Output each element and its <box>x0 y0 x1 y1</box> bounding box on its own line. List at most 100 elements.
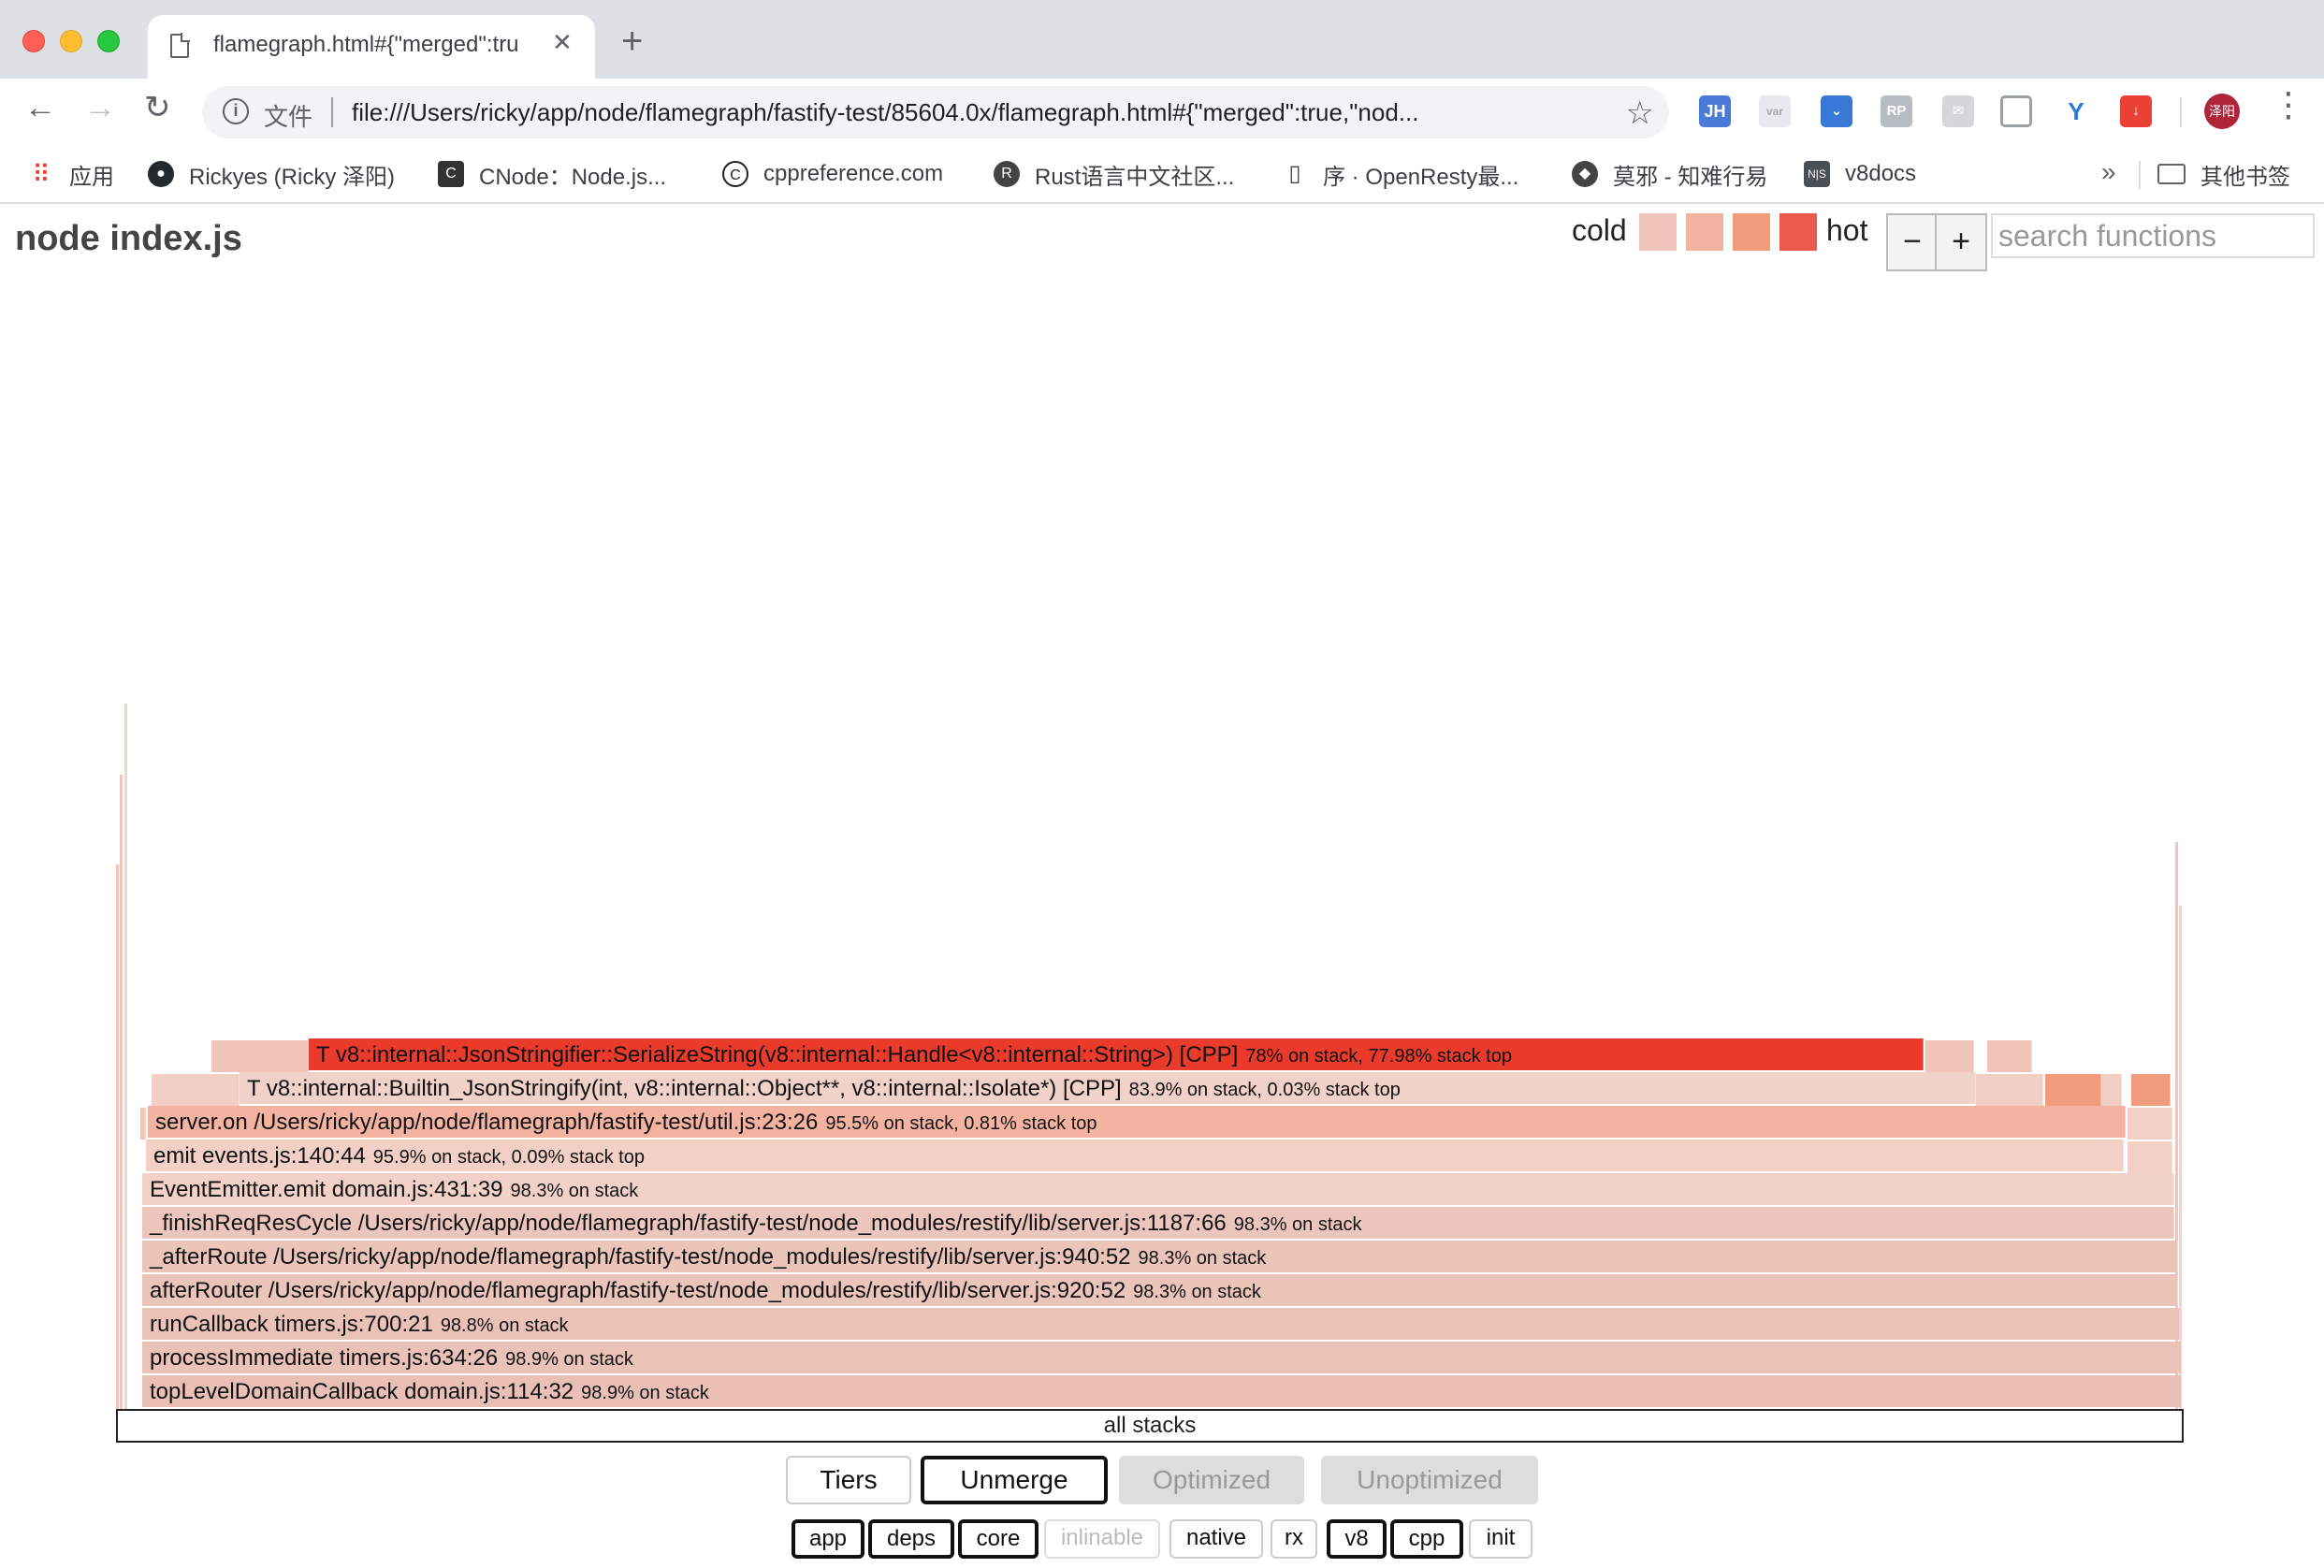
info-icon[interactable]: i <box>223 98 249 124</box>
search-functions-input[interactable] <box>1991 213 2315 258</box>
stack-sliver <box>120 775 123 1409</box>
bookmark-item[interactable]: N|S v8docs <box>1804 157 1916 191</box>
flame-frame-small[interactable] <box>2101 1074 2122 1106</box>
filter-deps-button[interactable]: deps <box>868 1519 954 1559</box>
flame-frame[interactable]: topLevelDomainCallback domain.js:114:32 9… <box>142 1375 2182 1407</box>
flame-frame[interactable]: T v8::internal::Builtin_JsonStringify(in… <box>240 1072 1976 1104</box>
flame-frame-hot[interactable]: T v8::internal::JsonStringifier::Seriali… <box>309 1038 1924 1070</box>
flame-frame[interactable]: afterRouter /Users/ricky/app/node/flameg… <box>142 1274 2178 1306</box>
flame-frame[interactable]: runCallback timers.js:700:21 98.8% on sta… <box>142 1308 2180 1340</box>
stack-sliver <box>124 704 127 1409</box>
bookmark-item[interactable]: ⠿ 应用 <box>28 157 114 191</box>
window-maximize-button[interactable] <box>97 30 120 52</box>
y-extension-icon[interactable]: Y <box>2060 95 2092 127</box>
jh-extension-icon[interactable]: JH <box>1699 95 1731 127</box>
flame-frame-small[interactable] <box>2128 1108 2172 1140</box>
flame-frame-small[interactable] <box>140 1108 146 1140</box>
filter-app-button[interactable]: app <box>792 1519 864 1559</box>
new-tab-button[interactable]: + <box>621 22 643 60</box>
bookmark-item[interactable]: ◆ 莫邪 - 知难行易 <box>1572 157 1767 191</box>
browser-menu-icon[interactable]: ⋮ <box>2272 88 2305 122</box>
bookmark-item[interactable]: ● Rickyes (Ricky 泽阳) <box>148 157 395 191</box>
tab-title: flamegraph.html#{"merged":tru <box>213 32 519 57</box>
rust-icon: R <box>994 161 1020 187</box>
bookmarks-bar: ⠿ 应用 ● Rickyes (Ricky 泽阳) C CNode：Node.j… <box>0 146 2324 204</box>
bookmark-item[interactable]: C cppreference.com <box>722 157 943 191</box>
book-icon: ▯ <box>1288 161 1301 186</box>
filter-native-button[interactable]: native <box>1169 1519 1263 1559</box>
zoom-in-button[interactable]: + <box>1935 213 1987 271</box>
flame-frame-small[interactable] <box>152 1074 240 1106</box>
tiers-button[interactable]: Tiers <box>786 1456 911 1504</box>
filter-core-button[interactable]: core <box>958 1519 1039 1559</box>
flame-frame[interactable]: server.on /Users/ricky/app/node/flamegra… <box>148 1106 2126 1138</box>
flame-frame-small[interactable] <box>2045 1074 2101 1106</box>
flame-frame-small[interactable] <box>1976 1074 2043 1106</box>
zoom-out-button[interactable]: − <box>1886 213 1939 271</box>
unmerge-button[interactable]: Unmerge <box>921 1456 1108 1504</box>
flame-frame[interactable]: EventEmitter.emit domain.js:431:39 98.3% … <box>142 1173 2174 1205</box>
bookmark-label: CNode：Node.js... <box>479 164 667 190</box>
flame-frame-small[interactable] <box>211 1040 309 1072</box>
page-title: node index.js <box>15 219 242 258</box>
filter-v8-button[interactable]: v8 <box>1327 1519 1387 1559</box>
folder-icon <box>2157 164 2186 184</box>
flame-frame-small[interactable] <box>1925 1040 1974 1072</box>
var-extension-icon[interactable]: var <box>1759 95 1791 127</box>
tab-close-icon[interactable]: ✕ <box>552 28 573 57</box>
url-scheme-label: 文件 <box>264 103 313 131</box>
filter-cpp-button[interactable]: cpp <box>1390 1519 1463 1559</box>
legend-hot-label: hot <box>1826 213 1868 247</box>
pocket-extension-icon[interactable]: ⌄ <box>1821 95 1852 127</box>
stack-sliver <box>116 864 119 1409</box>
bookmark-item[interactable]: ▯ 序 · OpenResty最... <box>1282 157 1518 191</box>
bookmark-item[interactable]: C CNode：Node.js... <box>438 157 666 191</box>
address-bar[interactable]: i 文件 file:///Users/ricky/app/node/flameg… <box>202 86 1669 138</box>
flamegraph: topLevelDomainCallback domain.js:114:32 9… <box>0 206 2324 1459</box>
rp-extension-icon[interactable]: RP <box>1881 95 1912 127</box>
ns-icon: N|S <box>1804 161 1830 187</box>
flame-frame[interactable]: _afterRoute /Users/ricky/app/node/flameg… <box>142 1241 2178 1272</box>
filter-rx-button[interactable]: rx <box>1271 1519 1317 1559</box>
flame-frame-small[interactable] <box>2128 1141 2172 1173</box>
cnode-icon: C <box>438 161 464 187</box>
bookmark-star-icon[interactable]: ☆ <box>1626 94 1654 132</box>
browser-tab-strip: flamegraph.html#{"merged":tru ✕ + <box>0 0 2324 79</box>
more-bookmarks-chevron[interactable]: » <box>2101 157 2116 187</box>
heat-swatch <box>1733 213 1770 251</box>
bookmarks-divider <box>2139 161 2141 189</box>
bookmark-label: 应用 <box>69 164 114 190</box>
back-arrow-icon[interactable]: ← <box>24 92 56 123</box>
other-bookmarks-folder[interactable]: 其他书签 <box>2157 157 2290 191</box>
flame-frame[interactable]: emit events.js:140:44 95.9% on stack, 0.0… <box>146 1140 2124 1171</box>
bookmark-label: Rickyes (Ricky 泽阳) <box>189 164 395 190</box>
profile-avatar[interactable]: 泽阳 <box>2204 94 2240 129</box>
mail-extension-icon[interactable]: ✉ <box>1942 95 1974 127</box>
heat-swatch <box>1779 213 1817 251</box>
flame-frame[interactable]: processImmediate timers.js:634:26 98.9% o… <box>142 1342 2182 1373</box>
filter-inlinable-button[interactable]: inlinable <box>1044 1519 1160 1559</box>
legend-cold-label: cold <box>1572 213 1627 247</box>
filter-init-button[interactable]: init <box>1469 1519 1532 1559</box>
bookmark-item[interactable]: R Rust语言中文社区... <box>994 157 1234 191</box>
window-close-button[interactable] <box>22 30 45 52</box>
url-text[interactable]: file:///Users/ricky/app/node/flamegraph/… <box>352 98 1605 127</box>
document-icon <box>170 33 190 58</box>
flame-frame-small[interactable] <box>2131 1074 2171 1106</box>
github-icon: ● <box>148 161 174 187</box>
reload-icon[interactable]: ↻ <box>144 92 171 123</box>
flame-frame-small[interactable] <box>1987 1040 2032 1072</box>
forward-arrow-icon[interactable]: → <box>84 92 116 123</box>
bookmark-label: 其他书签 <box>2201 164 2290 190</box>
cppreference-icon: C <box>722 161 748 187</box>
window-extension-icon[interactable] <box>2000 95 2032 127</box>
optimized-button[interactable]: Optimized <box>1119 1456 1304 1504</box>
bookmark-label: Rust语言中文社区... <box>1035 164 1235 190</box>
flame-frame[interactable]: _finishReqResCycle /Users/ricky/app/node… <box>142 1207 2174 1239</box>
download-extension-icon[interactable]: ↓ <box>2120 95 2152 127</box>
browser-tab[interactable]: flamegraph.html#{"merged":tru ✕ <box>148 15 595 79</box>
url-divider <box>331 97 333 127</box>
window-minimize-button[interactable] <box>60 30 82 52</box>
unoptimized-button[interactable]: Unoptimized <box>1321 1456 1538 1504</box>
all-stacks-root[interactable]: all stacks <box>116 1409 2184 1443</box>
